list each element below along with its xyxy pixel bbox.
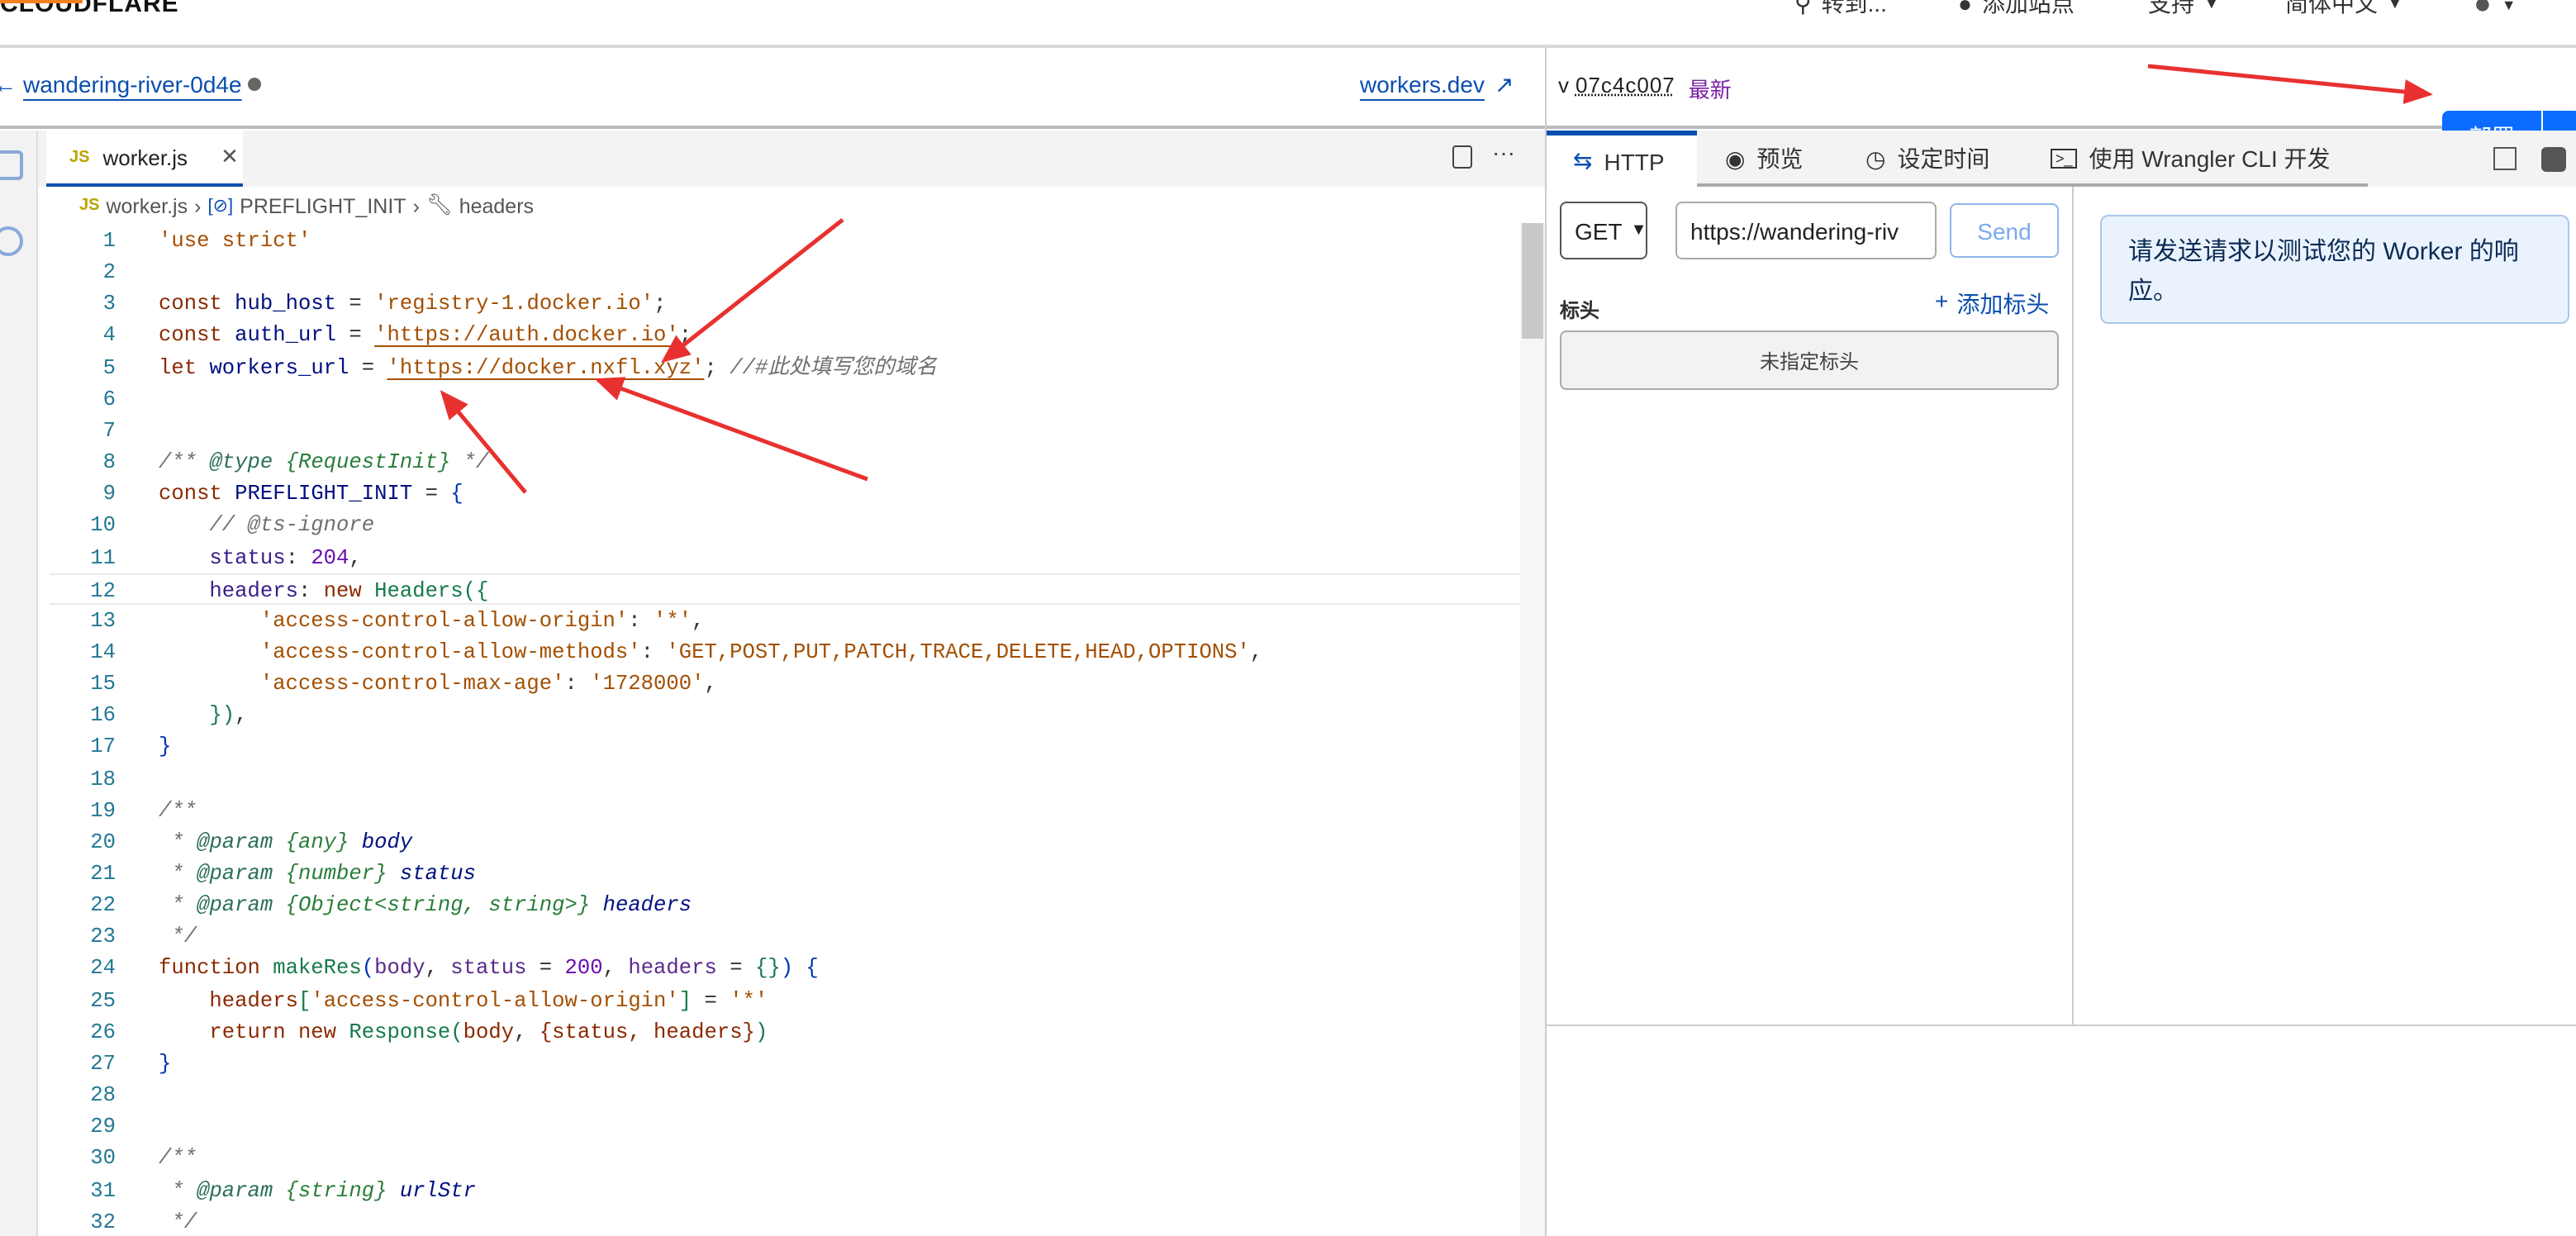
arrow-to-url-2 [440,390,527,494]
annotation-arrows [440,64,2433,494]
arrow-to-url-3 [594,377,868,482]
arrow-to-url-1 [661,218,844,364]
arrow-to-deploy [2147,64,2433,104]
